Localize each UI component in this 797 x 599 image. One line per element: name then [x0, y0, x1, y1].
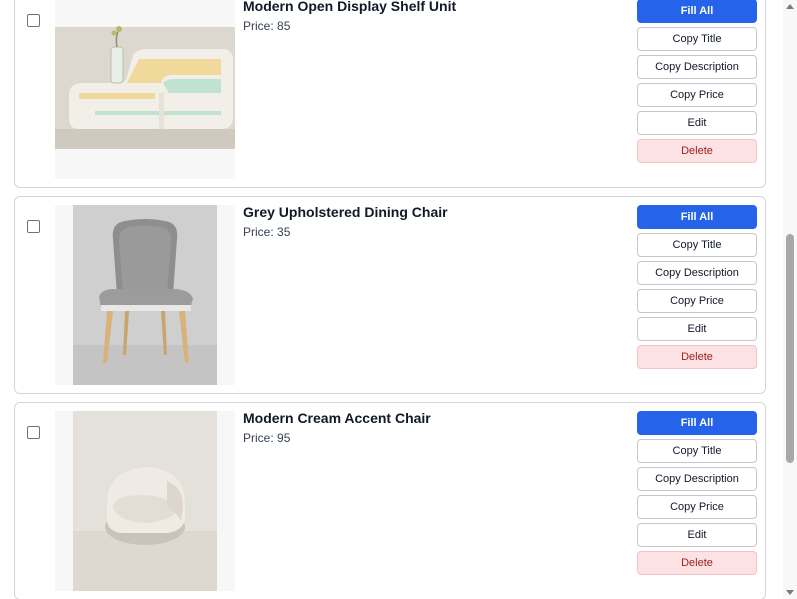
shelf-photo [55, 26, 235, 149]
edit-button[interactable]: Edit [637, 317, 757, 341]
copy-description-button[interactable]: Copy Description [637, 467, 757, 491]
edit-button[interactable]: Edit [637, 523, 757, 547]
scroll-up-arrow-icon[interactable] [786, 4, 794, 9]
product-image [55, 205, 235, 385]
product-card: Modern Cream Accent Chair Price: 95 Fill… [14, 402, 766, 599]
product-price: Price: 95 [243, 431, 431, 445]
accent-chair-photo [73, 411, 217, 591]
dining-chair-photo [73, 205, 217, 385]
product-list: Modern Open Display Shelf Unit Price: 85… [14, 0, 766, 599]
product-card: Grey Upholstered Dining Chair Price: 35 … [14, 196, 766, 394]
fill-all-button[interactable]: Fill All [637, 411, 757, 435]
product-info: Modern Open Display Shelf Unit Price: 85 [243, 0, 456, 33]
product-price: Price: 35 [243, 225, 448, 239]
copy-price-button[interactable]: Copy Price [637, 289, 757, 313]
price-label: Price: [243, 431, 274, 445]
card-actions: Fill All Copy Title Copy Description Cop… [637, 205, 757, 369]
product-info: Grey Upholstered Dining Chair Price: 35 [243, 204, 448, 239]
copy-price-button[interactable]: Copy Price [637, 495, 757, 519]
product-info: Modern Cream Accent Chair Price: 95 [243, 410, 431, 445]
select-checkbox[interactable] [27, 14, 40, 27]
card-actions: Fill All Copy Title Copy Description Cop… [637, 0, 757, 163]
price-value: 85 [277, 19, 291, 33]
delete-button[interactable]: Delete [637, 551, 757, 575]
edit-button[interactable]: Edit [637, 111, 757, 135]
delete-button[interactable]: Delete [637, 139, 757, 163]
copy-price-button[interactable]: Copy Price [637, 83, 757, 107]
product-title: Grey Upholstered Dining Chair [243, 204, 448, 220]
product-card: Modern Open Display Shelf Unit Price: 85… [14, 0, 766, 188]
select-checkbox[interactable] [27, 426, 40, 439]
copy-title-button[interactable]: Copy Title [637, 27, 757, 51]
copy-title-button[interactable]: Copy Title [637, 233, 757, 257]
price-value: 95 [277, 431, 291, 445]
copy-description-button[interactable]: Copy Description [637, 261, 757, 285]
price-label: Price: [243, 225, 274, 239]
select-checkbox[interactable] [27, 220, 40, 233]
product-image [55, 411, 235, 591]
product-image [55, 0, 235, 179]
copy-description-button[interactable]: Copy Description [637, 55, 757, 79]
delete-button[interactable]: Delete [637, 345, 757, 369]
scroll-down-arrow-icon[interactable] [786, 590, 794, 595]
copy-title-button[interactable]: Copy Title [637, 439, 757, 463]
vertical-scrollbar[interactable] [783, 0, 797, 599]
card-actions: Fill All Copy Title Copy Description Cop… [637, 411, 757, 575]
fill-all-button[interactable]: Fill All [637, 0, 757, 23]
fill-all-button[interactable]: Fill All [637, 205, 757, 229]
product-price: Price: 85 [243, 19, 456, 33]
product-title: Modern Cream Accent Chair [243, 410, 431, 426]
product-title: Modern Open Display Shelf Unit [243, 0, 457, 14]
scrollbar-thumb[interactable] [786, 234, 794, 463]
price-label: Price: [243, 19, 274, 33]
price-value: 35 [277, 225, 291, 239]
product-list-view: Modern Open Display Shelf Unit Price: 85… [0, 0, 797, 599]
